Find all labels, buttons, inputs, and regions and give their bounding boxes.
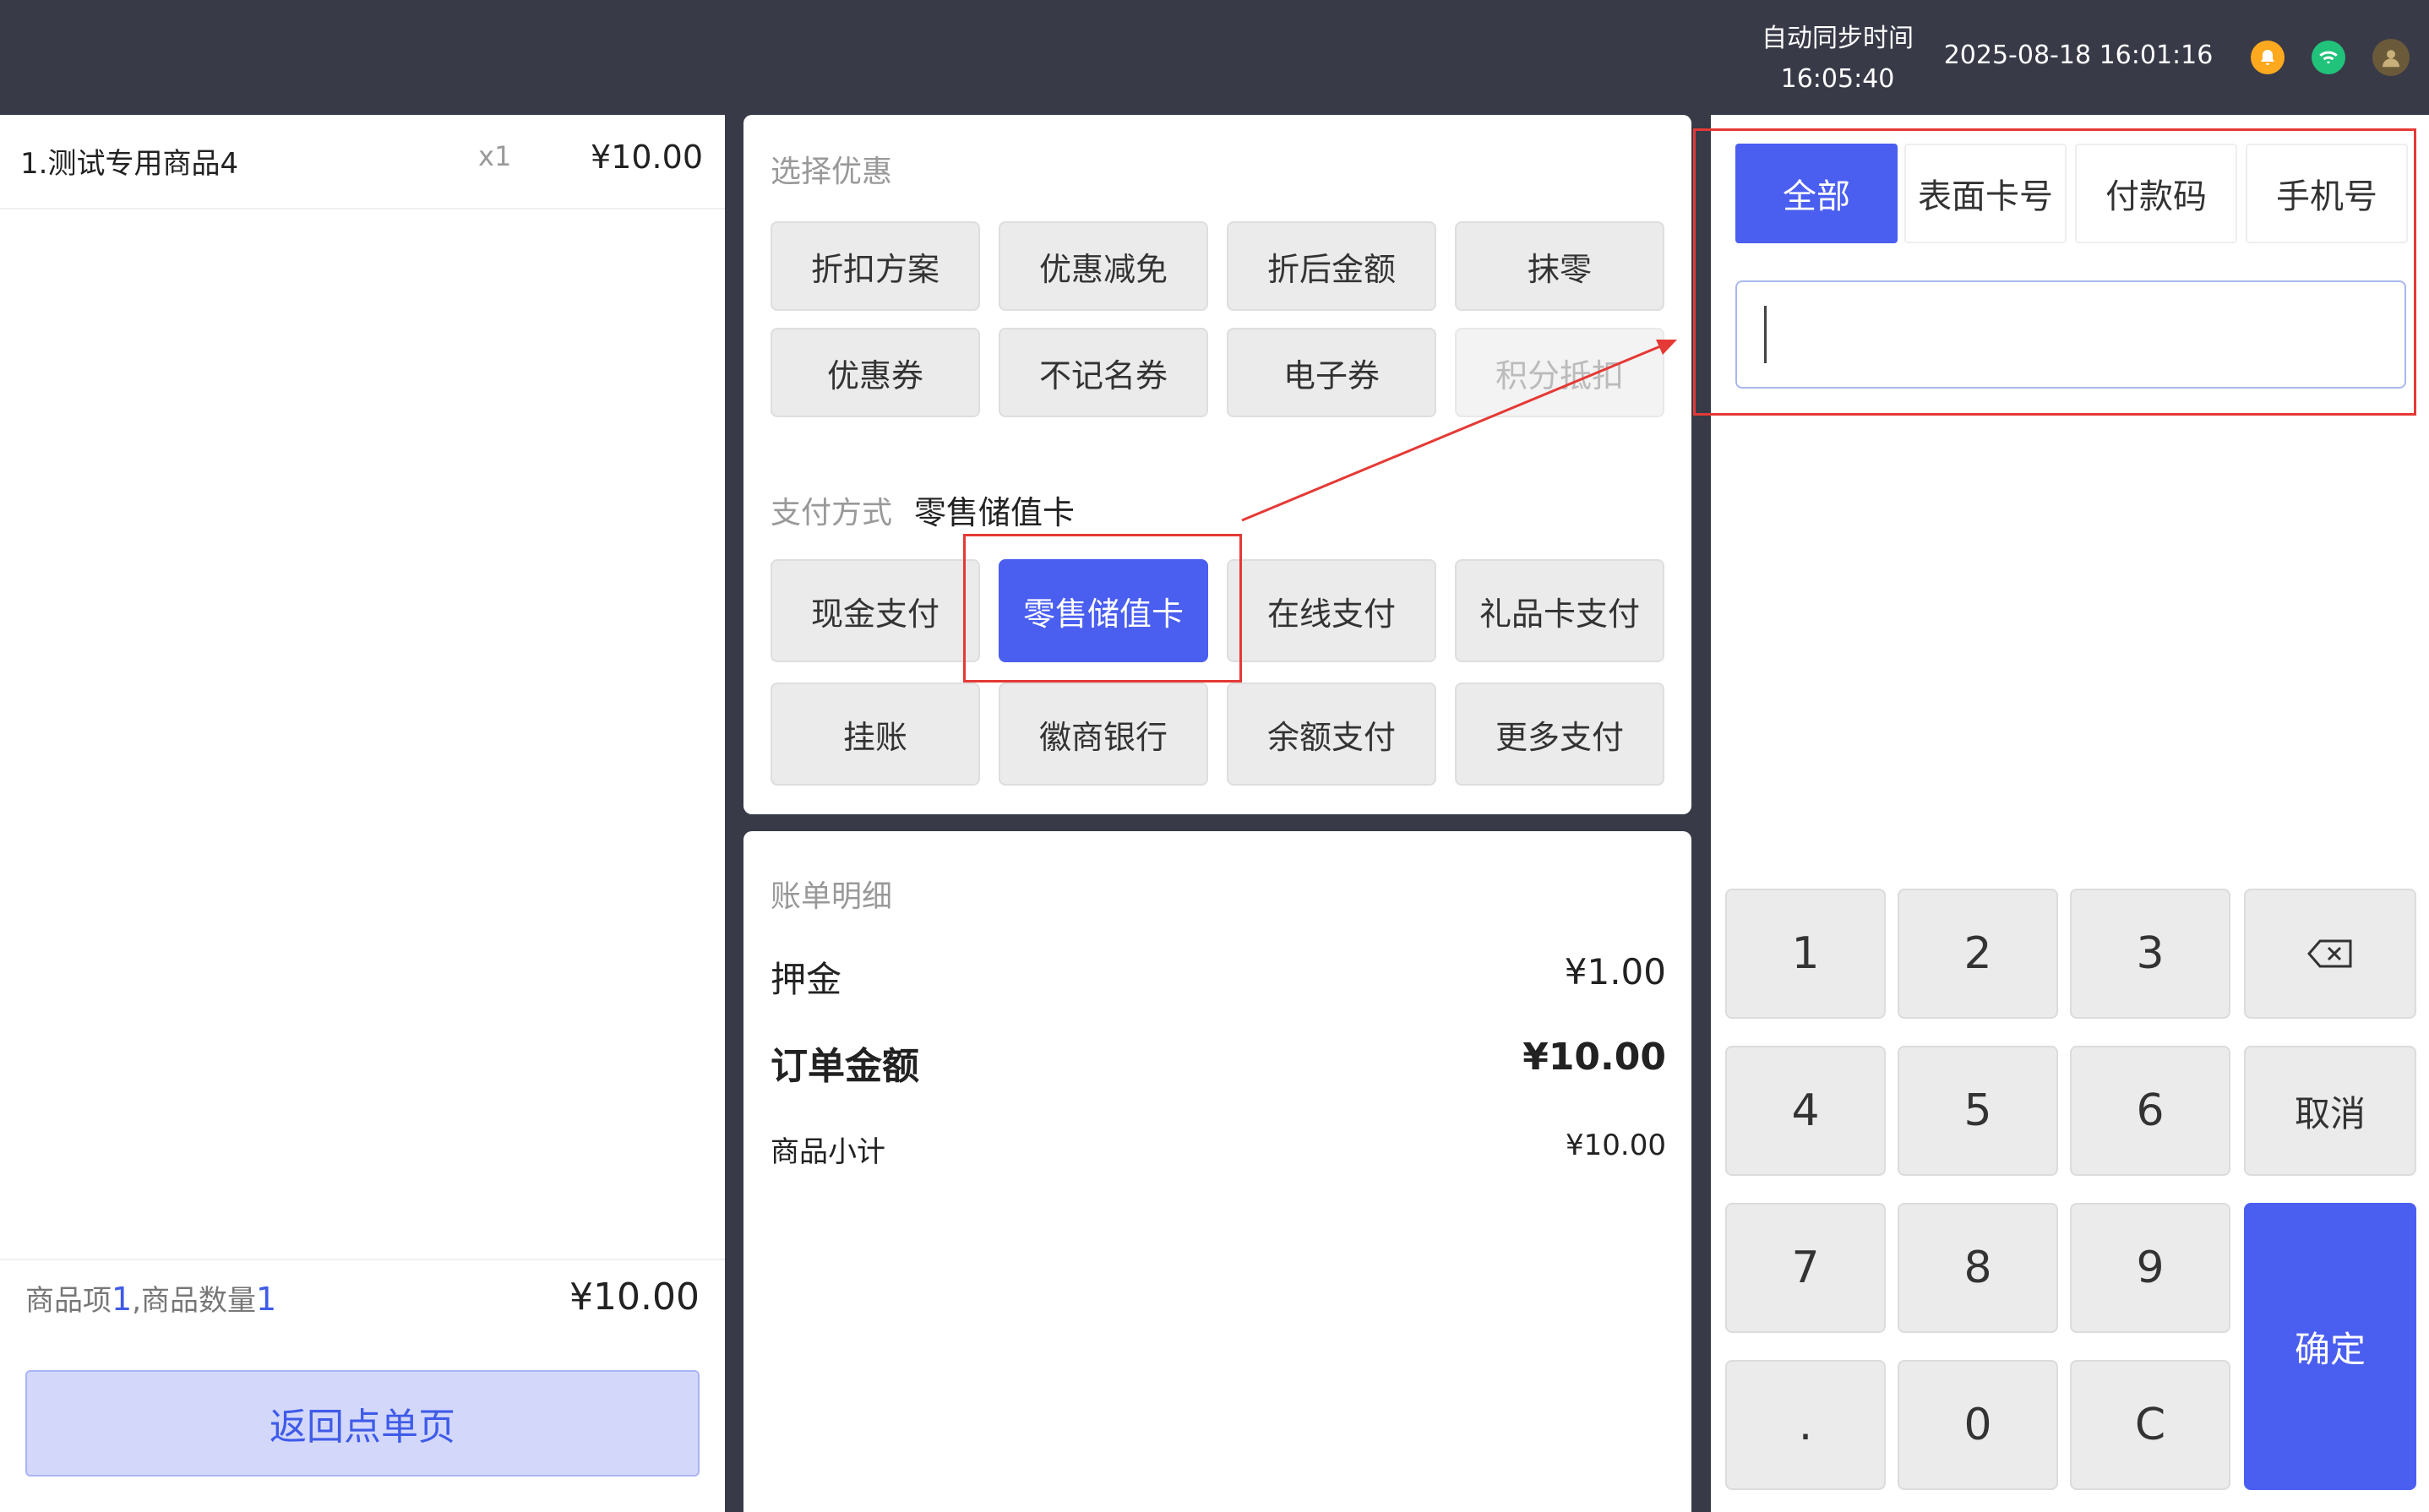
annotation-arrow <box>1241 340 1677 522</box>
